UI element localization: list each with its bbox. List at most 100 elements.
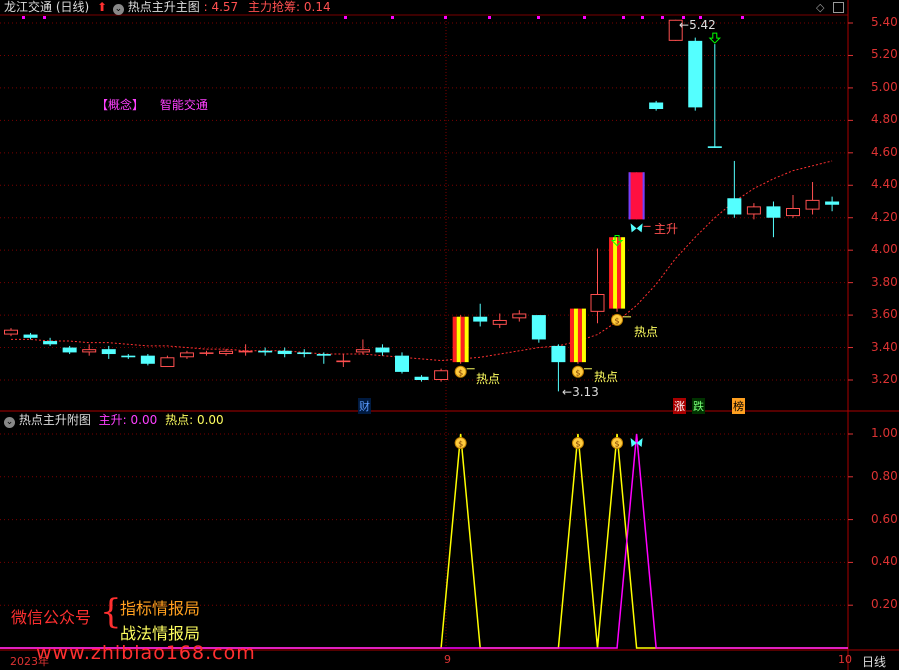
price-tick-label: 4.20: [871, 209, 898, 224]
expand-icon[interactable]: ◇: [816, 1, 824, 14]
indicator-name[interactable]: 热点主升主图: [128, 0, 200, 14]
candle: [590, 248, 605, 324]
candle: [297, 349, 312, 358]
hot-label-1: 热点: [476, 372, 501, 386]
marker-bang[interactable]: 榜: [732, 398, 745, 414]
indicator-value: 4.57: [211, 0, 239, 14]
candle-body: [395, 355, 409, 372]
zhusheng-body: [628, 172, 645, 220]
sub-zhusheng-value: 0.00: [130, 413, 158, 427]
candle-body: [688, 40, 703, 108]
brace-icon: {: [100, 592, 122, 632]
candle: [707, 44, 722, 148]
top-dot: [344, 16, 347, 19]
candle: [355, 339, 370, 355]
collapse-icon[interactable]: ⌄: [112, 4, 124, 15]
candle-body: [258, 350, 273, 353]
price-tick-label: 5.40: [871, 15, 898, 29]
hot-stripe: [581, 308, 586, 363]
bag-glyph: $: [575, 440, 580, 449]
price-tick-label: 4.80: [871, 112, 898, 127]
low-value: 3.13: [572, 385, 599, 399]
hot-stripe: [464, 316, 469, 363]
candle-body: [238, 350, 253, 353]
candle: [277, 347, 292, 358]
candle: [649, 100, 664, 111]
sub-collapse-icon[interactable]: ⌄: [4, 417, 15, 428]
candle: [473, 303, 488, 327]
candle: [512, 310, 527, 322]
sub-indicator-name[interactable]: 热点主升附图: [19, 413, 91, 427]
marker-cai[interactable]: 财: [358, 398, 371, 414]
hot-label-3: 热点: [634, 325, 659, 339]
hot-stripe: [456, 316, 461, 363]
candle-body: [473, 316, 488, 322]
candle: [336, 354, 351, 368]
bag-glyph: $: [575, 368, 580, 377]
hot-stripe: [613, 237, 618, 309]
candle-body: [160, 357, 175, 368]
hot-stripe: [452, 316, 457, 363]
main-header: 龙江交通 (日线) ⬆ ⌄ 热点主升主图 : 4.57 主力抢筹: 0.14: [4, 0, 331, 15]
period-button[interactable]: 日线: [862, 653, 886, 670]
top-dot: [622, 16, 625, 19]
candle: [179, 350, 194, 359]
candle-body: [707, 146, 722, 148]
time-end: 10: [838, 653, 852, 666]
sub-tick-label: 0.40: [871, 554, 898, 569]
candle-body: [199, 352, 214, 354]
candle: [531, 315, 546, 343]
top-dot: [488, 16, 491, 19]
stock-title[interactable]: 龙江交通 (日线): [4, 0, 89, 14]
price-tick-label: 4.00: [871, 242, 898, 257]
hot-stripe: [617, 237, 622, 309]
zhusheng-label: 主升: [654, 222, 679, 236]
price-tick-label: 4.60: [871, 144, 898, 159]
candle-body: [82, 349, 97, 353]
hot-stripe: [569, 308, 574, 363]
candle-body: [727, 198, 742, 215]
candle-body: [43, 341, 58, 345]
top-dot: [741, 16, 744, 19]
sub-tick-label: 0.60: [871, 511, 898, 526]
candle: [786, 195, 800, 218]
hot-stripe: [577, 308, 582, 363]
moneybag-icon: $: [571, 365, 584, 378]
candle: [825, 196, 840, 212]
zhuli-label: 主力抢筹:: [248, 0, 301, 14]
candle: [628, 172, 645, 220]
moneybag-icon: $: [611, 313, 624, 326]
bag-glyph: $: [615, 316, 620, 325]
concept-row: 【概念】 智能交通: [96, 96, 208, 113]
candle: [746, 203, 761, 220]
candle-body: [62, 347, 77, 353]
candle: [140, 354, 155, 366]
top-dot: [661, 16, 664, 19]
sub-hot-value: 0.00: [196, 413, 224, 427]
butterfly-icon: [630, 223, 643, 233]
sub-moneybag-icon: $: [571, 437, 584, 449]
high-value: 5.42: [689, 18, 716, 32]
top-dot: [22, 16, 25, 19]
candle-body: [649, 102, 664, 110]
price-tick-label: 3.80: [871, 274, 898, 289]
price-tick-label: 3.20: [871, 372, 898, 386]
candle-body: [316, 354, 331, 356]
candle-body: [805, 199, 820, 210]
price-tick-label: 5.00: [871, 79, 898, 94]
candle: [316, 352, 331, 364]
candle: [4, 328, 18, 337]
candle: [727, 160, 742, 218]
concept-name[interactable]: 智能交通: [160, 98, 208, 112]
candle: [101, 345, 116, 359]
maximize-icon[interactable]: [833, 2, 844, 13]
top-dot: [641, 16, 644, 19]
candle-body: [492, 319, 507, 325]
price-tick-label: 3.40: [871, 339, 898, 354]
marker-zhang[interactable]: 涨: [673, 398, 686, 414]
candle-body: [590, 293, 605, 312]
candle-body: [179, 352, 194, 358]
marker-die[interactable]: 跌: [692, 398, 705, 414]
wm-url[interactable]: www.zhibiao168.com: [36, 642, 256, 664]
sub-tick-label: 1.00: [871, 426, 898, 440]
